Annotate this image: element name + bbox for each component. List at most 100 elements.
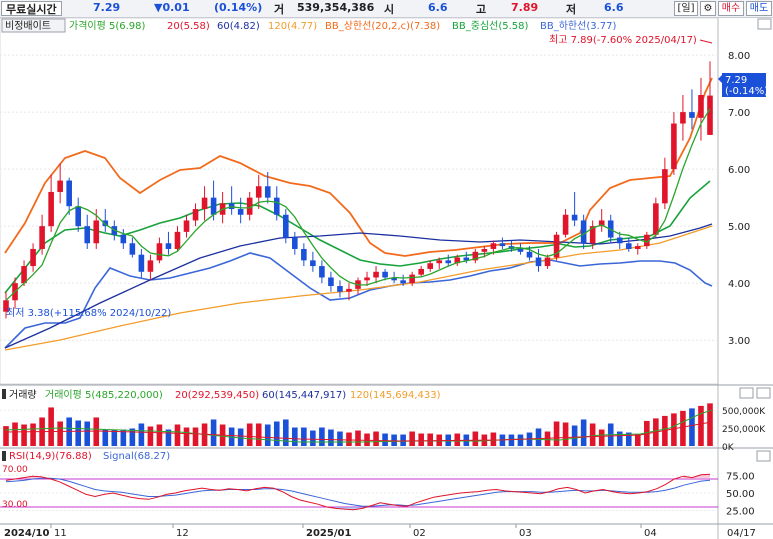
candle-body — [662, 169, 668, 204]
chart-window: 무료실시간 7.29 ▼0.01 (0.14%) 거 539,354,386 시… — [0, 0, 773, 539]
realtime-button[interactable]: 무료실시간 — [1, 1, 62, 16]
volume-bar — [490, 432, 497, 446]
x-tick-label: 2025/01 — [306, 528, 351, 539]
legend-vol-ma60: 60(145,447,917) — [262, 390, 346, 401]
volume-pane-menu-icon[interactable] — [756, 387, 771, 399]
x-tick-label: 11 — [54, 528, 67, 539]
volume-bar — [472, 431, 479, 446]
candle-body — [93, 220, 100, 244]
candle-body — [382, 271, 388, 278]
volume-bar — [562, 422, 569, 446]
period-button[interactable]: [일] — [674, 1, 698, 16]
volume-bar — [12, 422, 18, 446]
candle-body — [653, 203, 659, 235]
volume-bar — [689, 408, 695, 446]
candle-body — [364, 277, 370, 281]
candle-body — [418, 268, 424, 275]
volume-bar — [246, 423, 253, 446]
legend-vol-ma120: 120(145,694,433) — [350, 390, 441, 401]
volume-bar — [264, 424, 271, 446]
last-price-marker: 7.29 (-0.14%) — [718, 73, 768, 97]
x-tick-label: 04 — [644, 528, 657, 539]
rsi-tick-label: 25.00 — [726, 507, 755, 518]
candle-body — [147, 260, 154, 272]
sell-button[interactable]: 매도 — [746, 1, 772, 16]
volume-bar — [571, 425, 578, 446]
candle-body — [30, 248, 36, 267]
volume-bar — [255, 423, 262, 446]
volume-bar — [84, 421, 91, 446]
candle-body — [571, 214, 578, 221]
high-label: 고 — [476, 3, 487, 16]
candle-body — [48, 191, 54, 227]
candle-body — [301, 248, 307, 261]
volume-bar — [337, 431, 343, 446]
rsi-pane-menu-icon[interactable] — [756, 450, 771, 462]
last-price-label: 7.29 — [725, 75, 747, 86]
volume-bar — [553, 421, 560, 446]
volume-label: 거 — [274, 3, 285, 16]
last-change-label: (-0.14%) — [725, 86, 768, 97]
volume-bar — [183, 427, 190, 446]
candle-body — [237, 209, 244, 215]
candle-body — [282, 214, 289, 238]
volume-axis: 500,000K 250,000K 0K — [722, 407, 766, 453]
legend-ma60: 60(4.82) — [217, 21, 260, 32]
signal-line — [5, 477, 711, 507]
price-tick-label: 4.00 — [728, 279, 750, 290]
pane-menu-icon[interactable] — [757, 18, 772, 30]
settings-icon[interactable]: ⚙ — [700, 1, 716, 16]
volume-bar — [418, 433, 424, 446]
candle-body — [698, 95, 704, 118]
x-axis: 2024/10 11 12 2025/01 02 03 04 04/17 — [4, 524, 756, 539]
volume-bar — [210, 419, 217, 446]
candle-body — [57, 180, 63, 192]
candle-body — [165, 243, 172, 249]
candle-body — [499, 243, 506, 247]
volume-bar — [48, 407, 54, 446]
legend-bb-middle: BB_중심선(5.58) — [452, 20, 528, 32]
volume-bar — [57, 421, 63, 446]
volume-bar — [454, 433, 461, 446]
volume-bar — [174, 424, 181, 446]
volume-bar — [156, 424, 163, 446]
volume-bar — [30, 423, 36, 446]
volume-bar — [310, 430, 316, 446]
volume-bar — [273, 421, 280, 446]
rsi-tick-label: 50.00 — [726, 489, 755, 500]
candle-body — [671, 123, 677, 170]
volume-bar — [282, 419, 289, 446]
legend-bb-upper: BB_상한선(20,2,c)(7.38) — [325, 20, 440, 32]
buy-button[interactable]: 매수 — [718, 1, 744, 16]
candle-body — [481, 248, 488, 252]
volume-bar — [680, 410, 686, 446]
chart-canvas[interactable]: 8.00 7.00 6.00 5.00 4.00 3.00 최고 7.89(-7.60% … — [0, 18, 773, 539]
candle-body — [544, 257, 551, 267]
candle-body — [328, 277, 334, 287]
volume-bar — [102, 429, 109, 446]
volume-bar — [328, 429, 334, 446]
candle-body — [66, 180, 72, 207]
candle-body — [255, 186, 262, 198]
rsi-axis: 75.00 50.00 25.00 — [726, 472, 755, 518]
x-tick-label: 2024/10 — [4, 528, 49, 539]
candle-body — [634, 246, 641, 249]
price-change-pct: (0.14%) — [214, 1, 263, 14]
volume-bar — [93, 417, 100, 446]
x-tick-label: 12 — [176, 528, 189, 539]
candle-body — [192, 209, 199, 221]
candle-body — [580, 220, 587, 244]
volume-bar — [346, 432, 352, 446]
high-annotation: 최고 7.89(-7.60% 2025/04/17) — [549, 34, 697, 46]
volume-bar — [580, 419, 587, 446]
volume-bar — [319, 427, 325, 446]
candle-body — [680, 112, 686, 124]
volume-bar — [598, 429, 605, 446]
volume-bar — [382, 433, 388, 446]
candle-body — [535, 257, 542, 267]
rsi-tick-label: 75.00 — [726, 472, 755, 483]
volume-value: 539,354,386 — [297, 1, 375, 14]
volume-pane-min-icon[interactable] — [739, 387, 754, 399]
volume-bar — [21, 424, 27, 446]
candle-body — [292, 237, 298, 249]
